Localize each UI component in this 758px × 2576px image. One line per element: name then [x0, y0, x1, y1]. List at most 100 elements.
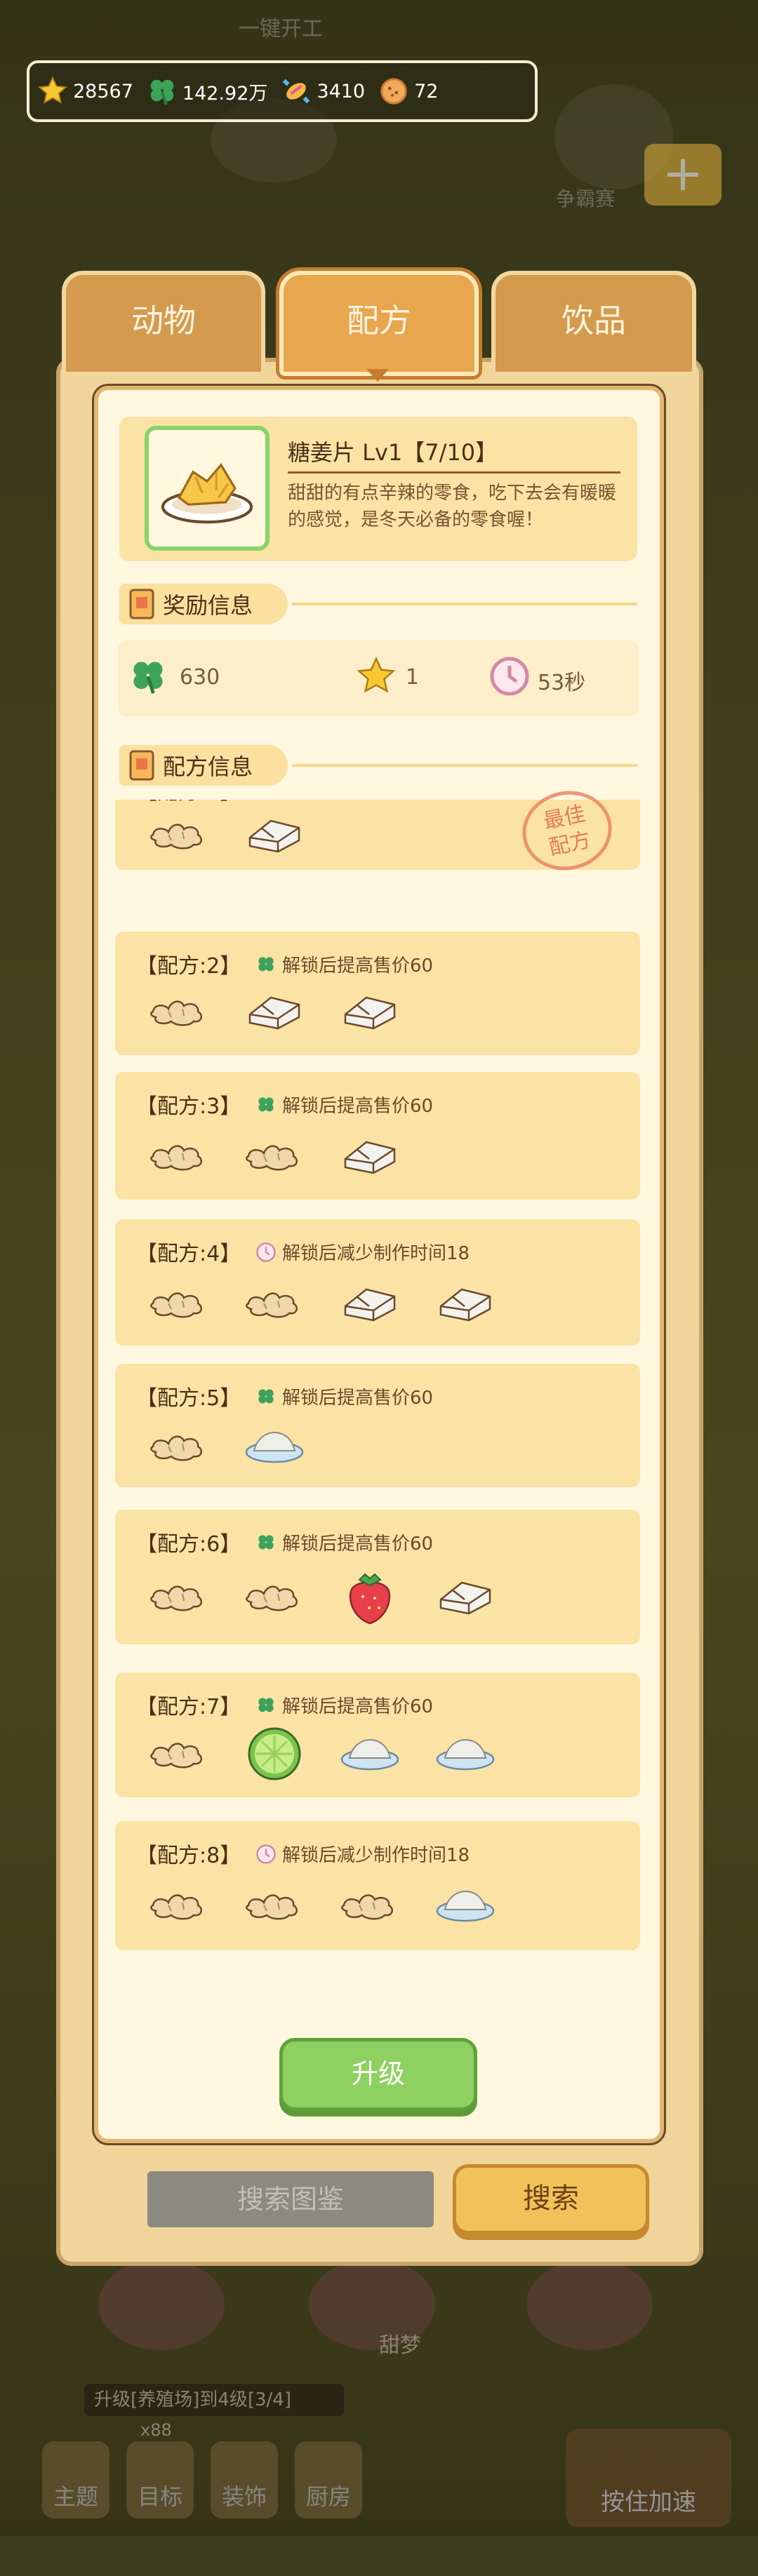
recipe-card[interactable]: 【配方:4】 解锁后减少制作时间18	[115, 1219, 640, 1346]
recipe-label: 【配方:7】	[136, 1695, 241, 1719]
reward-time-value: 53秒	[538, 671, 586, 695]
tofu-icon	[434, 1569, 497, 1618]
flour-icon	[434, 1726, 497, 1775]
recipe-bonus: 解锁后提高售价60	[255, 951, 433, 977]
upgrade-button[interactable]: 升级	[279, 2038, 477, 2111]
reward-section-header: 奖励信息	[119, 582, 637, 626]
clover-icon	[133, 662, 163, 694]
star-currency: 28567	[36, 75, 133, 107]
clock-icon	[490, 657, 529, 696]
recipe-card[interactable]: 【配方:8】 解锁后减少制作时间18	[115, 1821, 640, 1950]
recipe-bonus-text: 解锁后提高售价60	[282, 955, 434, 977]
recipe-label: 【配方:6】	[136, 1532, 241, 1557]
clover-icon	[258, 1096, 274, 1111]
ginger-icon	[243, 1569, 306, 1618]
ginger-icon	[147, 1128, 211, 1177]
candy-count: 3410	[317, 80, 366, 102]
active-tab-indicator	[366, 369, 389, 382]
ginger-icon	[147, 1418, 211, 1468]
clover-icon	[150, 79, 174, 105]
candied-ginger-icon	[161, 462, 253, 524]
tab-drinks[interactable]: 饮品	[491, 271, 696, 376]
search-button[interactable]: 搜索	[453, 2164, 649, 2234]
lime-icon	[243, 1726, 306, 1780]
ginger-icon	[147, 1275, 211, 1324]
recipe-bonus: 解锁后提高售价60	[255, 1529, 433, 1555]
recipe-bonus: 解锁后提高售价60	[255, 800, 433, 803]
reward-star-value: 1	[406, 665, 420, 690]
item-thumbnail	[145, 426, 270, 551]
item-description: 甜甜的有点辛辣的零食，吃下去会有暖暖的感觉，是冬天必备的零食喔！	[288, 483, 617, 530]
tofu-icon	[338, 984, 401, 1033]
recipe-label: 【配方:5】	[136, 1386, 241, 1411]
currency-bar: 28567 142.92万 3410 72	[27, 60, 538, 122]
ginger-icon	[243, 1128, 306, 1177]
recipe-bonus: 解锁后减少制作时间18	[255, 1841, 470, 1867]
recipe-bonus-text: 解锁后提高售价60	[282, 1696, 434, 1717]
recipe-label: 【配方:2】	[136, 954, 241, 979]
strawberry-icon	[338, 1569, 401, 1625]
recipe-list[interactable]: 【配方:1】解锁后提高售价60【配方:2】解锁后提高售价60【配方:3】解锁后提…	[115, 800, 644, 1961]
recipe-card[interactable]: 【配方:2】 解锁后提高售价60	[115, 932, 640, 1055]
tab-animals[interactable]: 动物	[62, 271, 265, 376]
reward-section-title: 奖励信息	[163, 592, 253, 619]
item-title: 糖姜片 Lv1【7/10】	[288, 439, 498, 466]
recipe-label: 【配方:3】	[136, 1094, 241, 1119]
clover-icon	[258, 1534, 274, 1549]
recipe-card[interactable]: 【配方:5】 解锁后提高售价60	[115, 1364, 640, 1487]
recipe-section-header: 配方信息	[119, 744, 637, 787]
cookie-count: 72	[414, 80, 439, 102]
ginger-icon	[338, 1877, 401, 1926]
ginger-icon	[147, 1726, 211, 1775]
recipe-bonus-text: 解锁后提高售价60	[282, 1388, 434, 1409]
star-icon	[37, 76, 68, 104]
add-button[interactable]: +	[644, 144, 722, 206]
flour-icon	[338, 1726, 401, 1775]
tofu-icon	[434, 1275, 497, 1324]
star-icon	[357, 657, 396, 693]
reward-clover-value: 630	[180, 665, 220, 690]
ginger-icon	[147, 1569, 211, 1618]
flour-icon	[243, 1418, 306, 1468]
star-count: 28567	[73, 80, 133, 102]
clover-icon	[255, 800, 277, 801]
ginger-icon	[243, 1877, 306, 1926]
clover-currency: 142.92万	[146, 75, 267, 107]
clover-icon	[258, 956, 274, 971]
recipe-bonus: 解锁后减少制作时间18	[255, 1239, 470, 1265]
recipe-section-title: 配方信息	[163, 753, 253, 780]
ginger-icon	[243, 1275, 306, 1324]
recipe-bonus-text: 解锁后减少制作时间18	[282, 1845, 470, 1866]
candy-currency: 3410	[280, 75, 365, 107]
recipe-card[interactable]: 【配方:7】 解锁后提高售价60	[115, 1672, 640, 1797]
book-icon	[129, 750, 154, 781]
clock-icon	[256, 1242, 276, 1262]
recipe-bonus: 解锁后提高售价60	[255, 1092, 433, 1118]
recipe-bonus: 解锁后提高售价60	[255, 1383, 433, 1409]
tab-recipes[interactable]: 配方	[279, 271, 479, 376]
ginger-icon	[147, 1877, 211, 1926]
recipe-label: 【配方:1】	[136, 800, 241, 805]
recipe-bonus-text: 解锁后提高售价60	[282, 1534, 434, 1555]
recipe-bonus-text: 解锁后提高售价60	[282, 800, 433, 803]
recipe-bonus: 解锁后提高售价60	[255, 1692, 433, 1718]
tofu-icon	[338, 1128, 401, 1177]
tofu-icon	[243, 984, 306, 1033]
ginger-icon	[147, 807, 211, 856]
flour-icon	[434, 1877, 497, 1926]
cookie-icon	[380, 78, 407, 105]
ginger-icon	[147, 984, 211, 1033]
recipe-bonus-text: 解锁后减少制作时间18	[282, 1243, 470, 1264]
recipe-bonus-text: 解锁后提高售价60	[282, 1096, 434, 1117]
cookie-currency: 72	[378, 75, 438, 107]
clover-icon	[258, 1697, 274, 1712]
recipe-label: 【配方:4】	[136, 1242, 241, 1266]
recipe-label: 【配方:8】	[136, 1844, 241, 1868]
clover-icon	[258, 1388, 274, 1403]
search-input[interactable]: 搜索图鉴	[147, 2171, 434, 2227]
recipe-card[interactable]: 【配方:3】 解锁后提高售价60	[115, 1072, 640, 1200]
title-divider	[288, 471, 620, 474]
tofu-icon	[243, 807, 306, 856]
recipe-card[interactable]: 【配方:6】 解锁后提高售价60	[115, 1510, 640, 1644]
book-icon	[129, 589, 154, 619]
